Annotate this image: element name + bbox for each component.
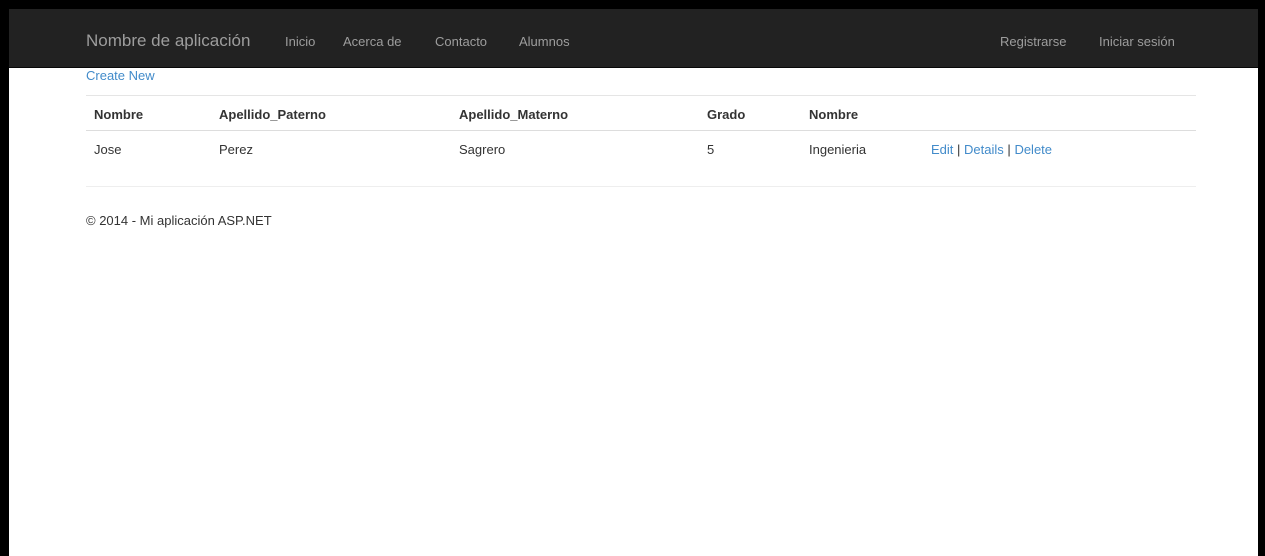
- column-header-nombre: Nombre: [86, 95, 211, 131]
- edit-link[interactable]: Edit: [931, 142, 953, 157]
- table-row: Jose Perez Sagrero 5 Ingenieria Edit | D…: [86, 130, 1196, 167]
- cell-grado: 5: [699, 130, 801, 167]
- column-header-apellido-paterno: Apellido_Paterno: [211, 95, 451, 131]
- cell-actions: Edit | Details | Delete: [923, 130, 1196, 167]
- nav-link-alumnos[interactable]: Alumnos: [519, 34, 570, 49]
- action-separator: |: [1007, 141, 1011, 157]
- cell-apellido-materno: Sagrero: [451, 130, 699, 167]
- delete-link[interactable]: Delete: [1014, 142, 1052, 157]
- footer-copyright: © 2014 - Mi aplicación ASP.NET: [86, 213, 272, 228]
- nav-link-registrarse[interactable]: Registrarse: [1000, 34, 1066, 49]
- alumnos-table: Nombre Apellido_Paterno Apellido_Materno…: [86, 95, 1196, 167]
- create-new-link[interactable]: Create New: [86, 68, 155, 83]
- cell-nombre: Jose: [86, 130, 211, 167]
- action-separator: |: [957, 141, 961, 157]
- cell-nombre-carrera: Ingenieria: [801, 130, 923, 167]
- nav-link-contacto[interactable]: Contacto: [435, 34, 487, 49]
- column-header-actions: [923, 95, 1196, 131]
- footer-divider: [86, 186, 1196, 187]
- app-brand-link[interactable]: Nombre de aplicación: [86, 31, 250, 51]
- column-header-apellido-materno: Apellido_Materno: [451, 95, 699, 131]
- browser-viewport: Nombre de aplicación Inicio Acerca de Co…: [9, 9, 1258, 556]
- details-link[interactable]: Details: [964, 142, 1004, 157]
- top-navbar: Nombre de aplicación Inicio Acerca de Co…: [9, 9, 1258, 68]
- column-header-grado: Grado: [699, 95, 801, 131]
- nav-link-iniciar-sesion[interactable]: Iniciar sesión: [1099, 34, 1175, 49]
- nav-link-acerca-de[interactable]: Acerca de: [343, 34, 402, 49]
- column-header-nombre-carrera: Nombre: [801, 95, 923, 131]
- nav-link-inicio[interactable]: Inicio: [285, 34, 315, 49]
- table-header-row: Nombre Apellido_Paterno Apellido_Materno…: [86, 95, 1196, 131]
- cell-apellido-paterno: Perez: [211, 130, 451, 167]
